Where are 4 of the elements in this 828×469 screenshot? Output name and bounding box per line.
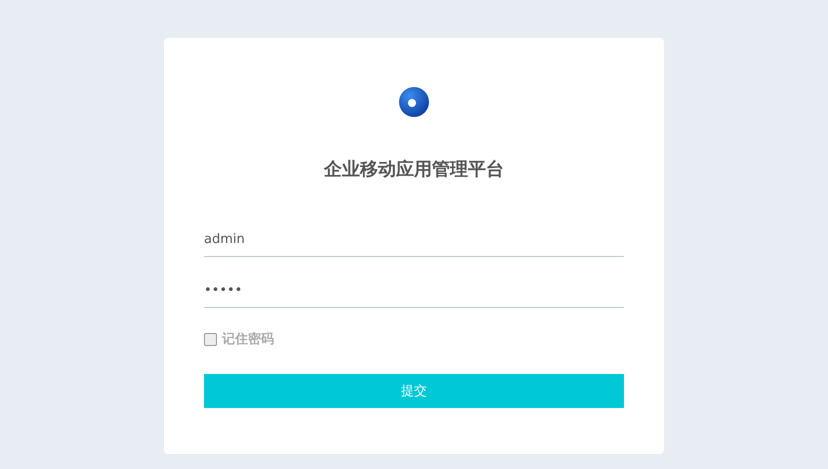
logo-icon xyxy=(398,86,430,118)
username-field[interactable]: admin xyxy=(204,222,624,257)
page-title: 企业移动应用管理平台 xyxy=(322,158,505,182)
password-field[interactable]: ••••• xyxy=(204,273,624,308)
